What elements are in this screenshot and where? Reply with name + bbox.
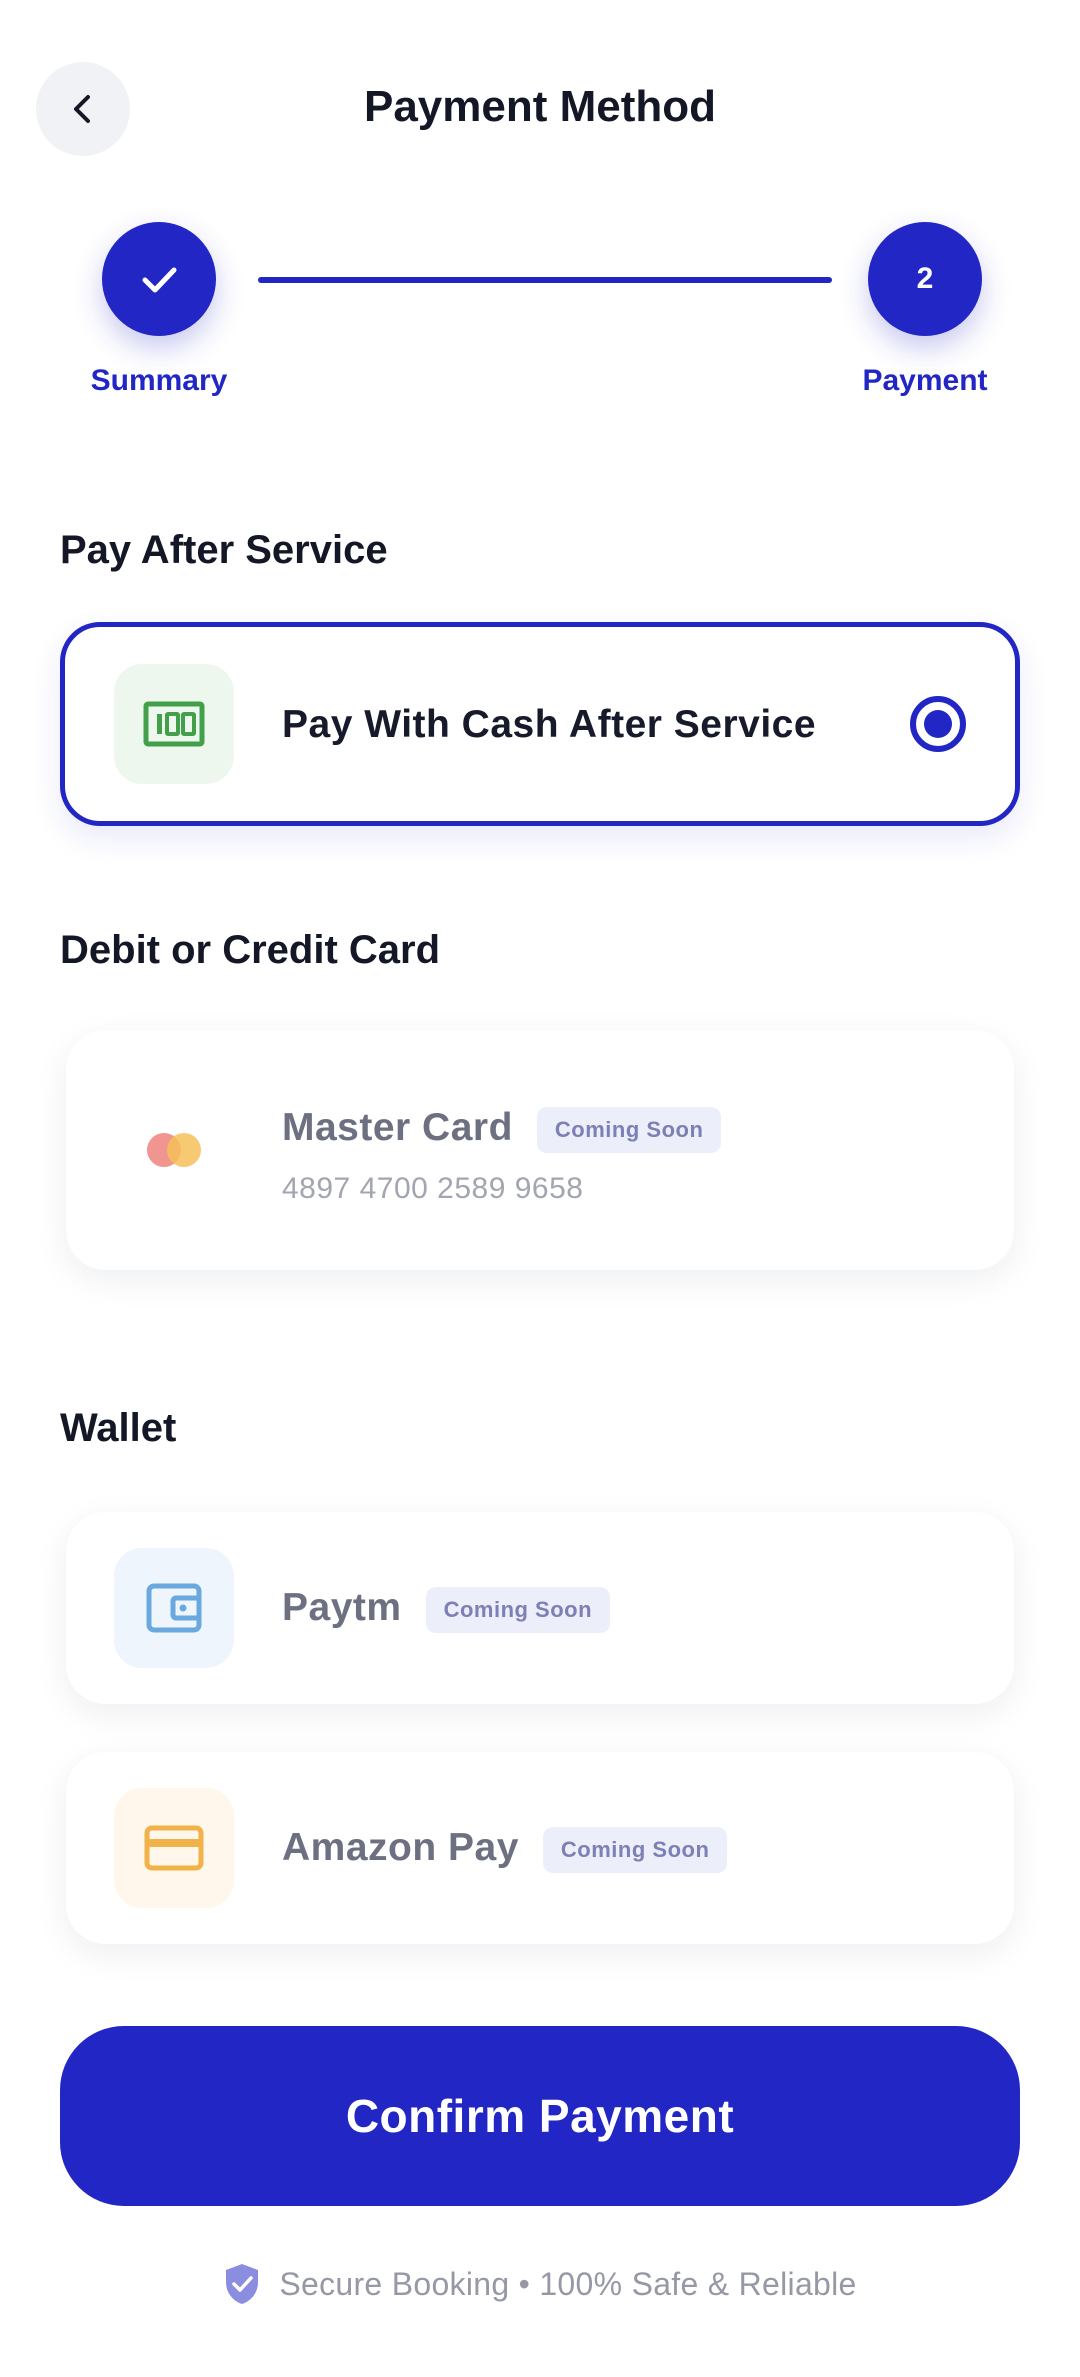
amazon-pay-label-row: Amazon Pay Coming Soon [282, 1826, 728, 1873]
payment-option-mastercard: Master Card Coming Soon 4897 4700 2589 96… [66, 1030, 1014, 1270]
mastercard-label-row: Master Card Coming Soon [282, 1106, 722, 1153]
wallet-icon [146, 1583, 202, 1633]
progress-stepper: 2 Summary Payment [0, 220, 1080, 410]
payment-option-cash[interactable]: Pay With Cash After Service [60, 622, 1020, 826]
coming-soon-badge: Coming Soon [536, 1106, 722, 1153]
header: Payment Method [0, 0, 1080, 220]
step-payment-circle: 2 [868, 222, 982, 336]
credit-card-icon [144, 1825, 204, 1871]
section-title-pay-after: Pay After Service [60, 528, 388, 572]
cash-icon-box [114, 664, 234, 784]
coming-soon-badge: Coming Soon [542, 1826, 728, 1873]
paytm-icon-box [114, 1548, 234, 1668]
section-title-card: Debit or Credit Card [60, 928, 441, 972]
confirm-payment-button[interactable]: Confirm Payment [60, 2026, 1020, 2206]
secure-booking-text: Secure Booking • 100% Safe & Reliable [279, 2265, 857, 2302]
payment-option-amazon-pay: Amazon Pay Coming Soon [66, 1752, 1014, 1944]
paytm-label: Paytm [282, 1586, 402, 1629]
cash-icon [143, 701, 205, 747]
step-summary-circle [102, 222, 216, 336]
step-summary-label: Summary [90, 364, 228, 397]
page-title: Payment Method [363, 82, 717, 131]
secure-booking-note: Secure Booking • 100% Safe & Reliable [0, 2262, 1080, 2306]
check-icon [142, 267, 177, 293]
cash-option-label: Pay With Cash After Service [282, 703, 817, 746]
amazon-pay-label: Amazon Pay [282, 1826, 519, 1869]
step-payment-label: Payment [862, 364, 988, 397]
coming-soon-badge: Coming Soon [425, 1586, 611, 1633]
mastercard-icon [147, 1133, 201, 1167]
radio-selected-dot [924, 710, 952, 738]
step-connector [258, 277, 832, 283]
paytm-label-row: Paytm Coming Soon [282, 1586, 611, 1633]
shield-check-icon [226, 2264, 259, 2304]
amazon-pay-icon-box [114, 1788, 234, 1908]
section-title-wallet: Wallet [60, 1406, 177, 1450]
card-number: 4897 4700 2589 9658 [282, 1172, 584, 1205]
mastercard-label: Master Card [282, 1106, 513, 1149]
mastercard-icon-box [114, 1090, 234, 1210]
cash-radio[interactable] [910, 696, 966, 752]
payment-option-paytm: Paytm Coming Soon [66, 1512, 1014, 1704]
